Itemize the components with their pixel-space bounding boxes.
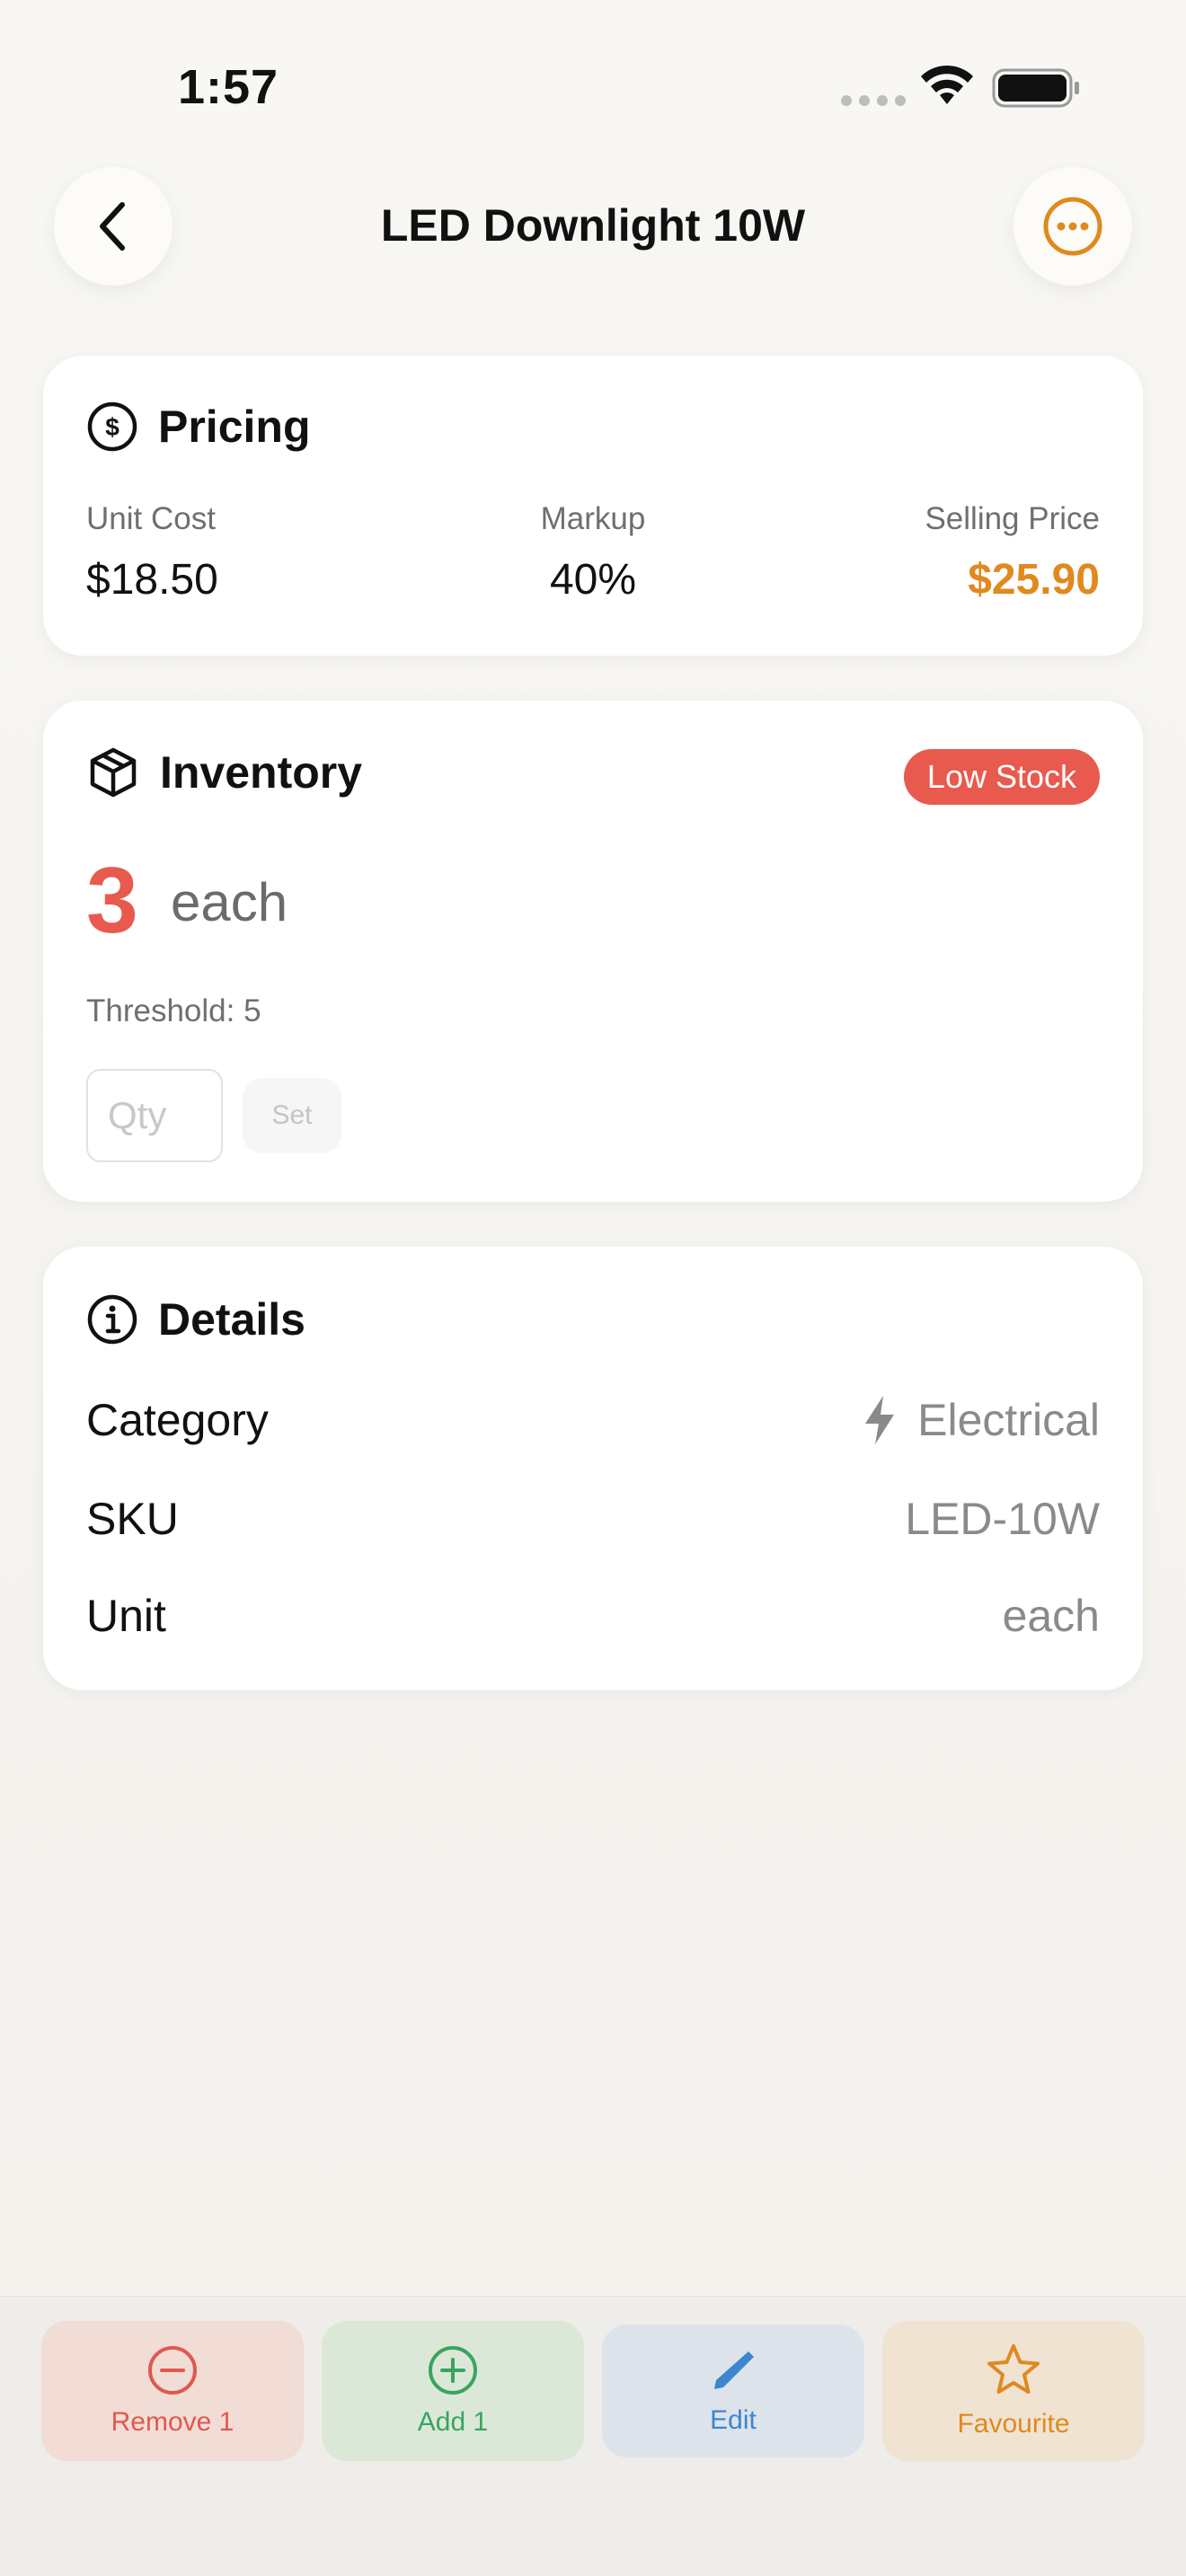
battery-icon [992, 68, 1079, 108]
detail-key: SKU [86, 1494, 179, 1544]
inventory-title: Inventory [160, 747, 363, 798]
add-one-button[interactable]: Add 1 [322, 2321, 584, 2461]
inventory-header: Inventory [86, 745, 362, 799]
category-value: Electrical [917, 1395, 1100, 1445]
plus-circle-icon [429, 2346, 477, 2395]
svg-text:$: $ [105, 413, 119, 441]
selling-price-value: $25.90 [968, 556, 1100, 604]
detail-value: Electrical [860, 1394, 1100, 1446]
detail-row-unit: Unit each [86, 1584, 1100, 1647]
box-icon [90, 747, 137, 798]
inventory-card: Inventory Low Stock 3 each Threshold: 5 … [43, 701, 1143, 1202]
set-quantity-button[interactable]: Set [243, 1078, 341, 1153]
wifi-icon [921, 65, 973, 104]
item-detail-screen: 1:57 LED Downlight 10W $ Pricing Unit Co… [0, 0, 1186, 2576]
pricing-title: Pricing [158, 401, 311, 452]
favourite-button[interactable]: Favourite [882, 2321, 1145, 2461]
cellular-signal-icon [841, 95, 906, 106]
pricing-card: $ Pricing Unit Cost $18.50 Markup 40% Se… [43, 356, 1143, 656]
minus-circle-icon [148, 2346, 197, 2395]
remove-one-button[interactable]: Remove 1 [41, 2321, 304, 2461]
pencil-icon [714, 2351, 754, 2389]
stock-quantity: 3 [86, 849, 138, 953]
low-stock-badge: Low Stock [903, 749, 1100, 805]
ellipsis-circle-icon [1043, 197, 1102, 256]
unit-value: each [1002, 1591, 1100, 1641]
star-icon [987, 2344, 1040, 2394]
selling-price: Selling Price $25.90 [925, 501, 1100, 604]
detail-key: Unit [86, 1591, 166, 1641]
add-one-label: Add 1 [417, 2407, 489, 2437]
remove-one-label: Remove 1 [111, 2407, 235, 2437]
favourite-label: Favourite [957, 2409, 1070, 2439]
selling-price-label: Selling Price [925, 501, 1100, 536]
details-card: Details Category Electrical SKU LED-10W … [43, 1247, 1143, 1690]
edit-label: Edit [710, 2405, 757, 2435]
status-time: 1:57 [178, 60, 279, 114]
more-options-button[interactable] [1013, 167, 1132, 286]
detail-row-category: Category Electrical [86, 1389, 1100, 1451]
info-circle-icon [87, 1294, 137, 1345]
page-title: LED Downlight 10W [380, 200, 806, 251]
stock-threshold: Threshold: 5 [86, 993, 261, 1028]
sku-value: LED-10W [905, 1494, 1100, 1544]
detail-row-sku: SKU LED-10W [86, 1487, 1100, 1550]
dollar-circle-icon: $ [87, 401, 137, 452]
bolt-icon [865, 1396, 895, 1444]
pricing-header: $ Pricing [86, 401, 310, 453]
details-title: Details [158, 1294, 305, 1345]
details-header: Details [86, 1293, 305, 1345]
detail-key: Category [86, 1395, 269, 1445]
qty-input[interactable] [86, 1069, 223, 1162]
stock-unit: each [171, 872, 288, 932]
edit-button[interactable]: Edit [602, 2325, 864, 2457]
